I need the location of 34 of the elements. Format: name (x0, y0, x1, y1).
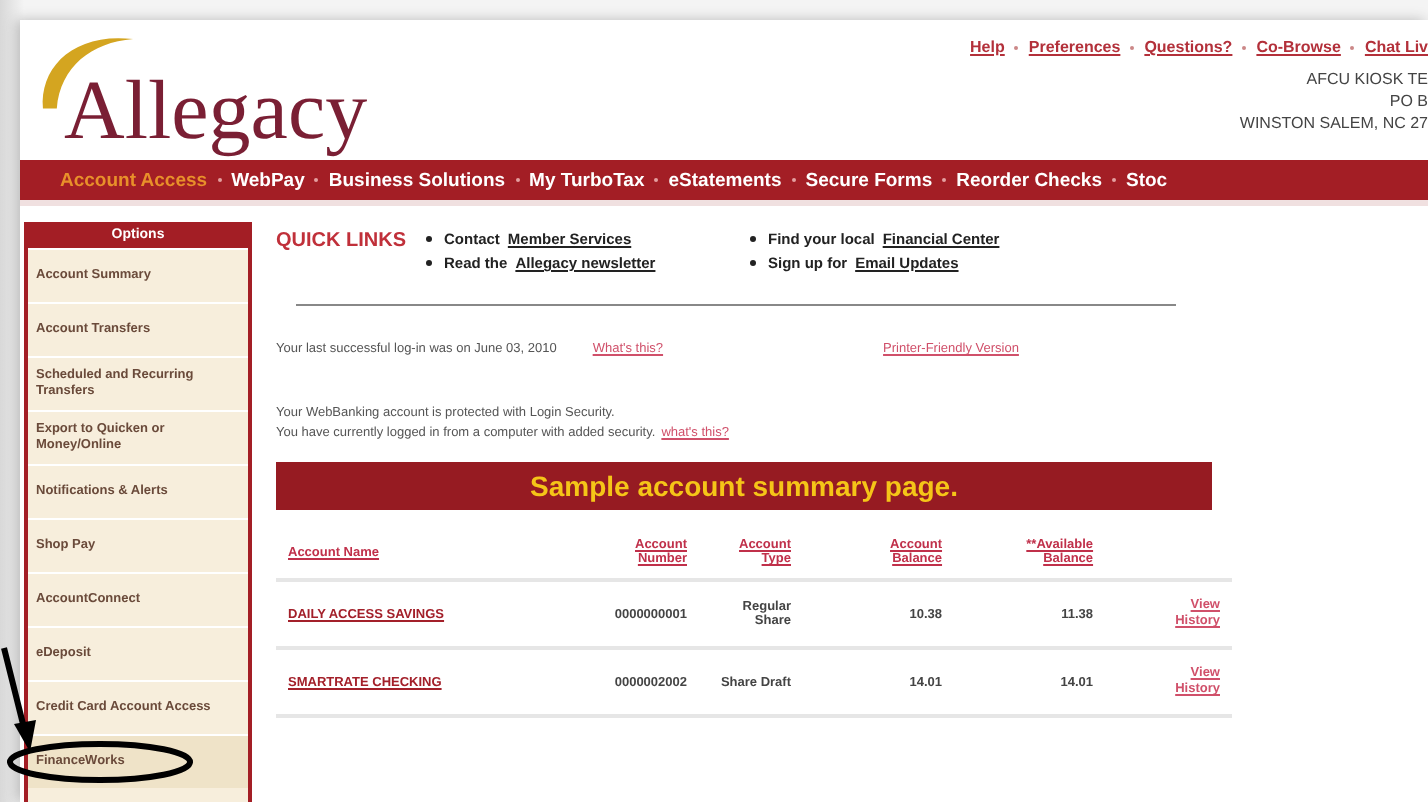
logo-text: Allegacy (64, 64, 368, 160)
separator-dot (1112, 178, 1116, 182)
address-line: WINSTON SALEM, NC 27 (1239, 112, 1428, 134)
separator-dot (1242, 45, 1247, 49)
separator-dot (791, 178, 796, 182)
top-link[interactable]: Co-Browse (1256, 38, 1341, 56)
nav-tab[interactable]: Business Solutions (328, 169, 506, 191)
nav-tab[interactable]: Reorder Checks (956, 169, 1102, 191)
separator-dot (654, 178, 659, 182)
address-line: PO B (1387, 90, 1428, 112)
arrow-icon (1, 647, 36, 752)
bullet-icon (750, 236, 756, 242)
nav-tab[interactable]: Stoc (1126, 169, 1168, 191)
separator-dot (1014, 45, 1019, 49)
quick-links-title: QUICK LINKS (276, 230, 406, 256)
separator-dot (1130, 45, 1135, 49)
nav-tab[interactable]: My TurboTax (529, 169, 645, 191)
nav-tab[interactable]: Secure Forms (805, 169, 933, 191)
banner-title: Sample account summary page. (276, 462, 1212, 510)
top-link[interactable]: Preferences (1028, 38, 1121, 56)
address-line: AFCU KIOSK TE (1304, 68, 1428, 90)
separator-dot (314, 178, 319, 182)
top-link[interactable]: Questions? (1144, 38, 1233, 56)
bullet-icon (426, 236, 432, 242)
bullet-icon (426, 260, 432, 266)
nav-tab[interactable]: WebPay (231, 169, 305, 191)
bullet-icon (750, 260, 756, 266)
separator-dot (942, 178, 947, 182)
separator-dot (217, 178, 222, 182)
separator-dot (1350, 45, 1355, 49)
separator-dot (515, 178, 520, 182)
nav-tab[interactable]: eStatements (668, 169, 782, 191)
top-link[interactable]: Help (970, 38, 1005, 56)
top-link[interactable]: Chat Liv (1364, 38, 1428, 56)
